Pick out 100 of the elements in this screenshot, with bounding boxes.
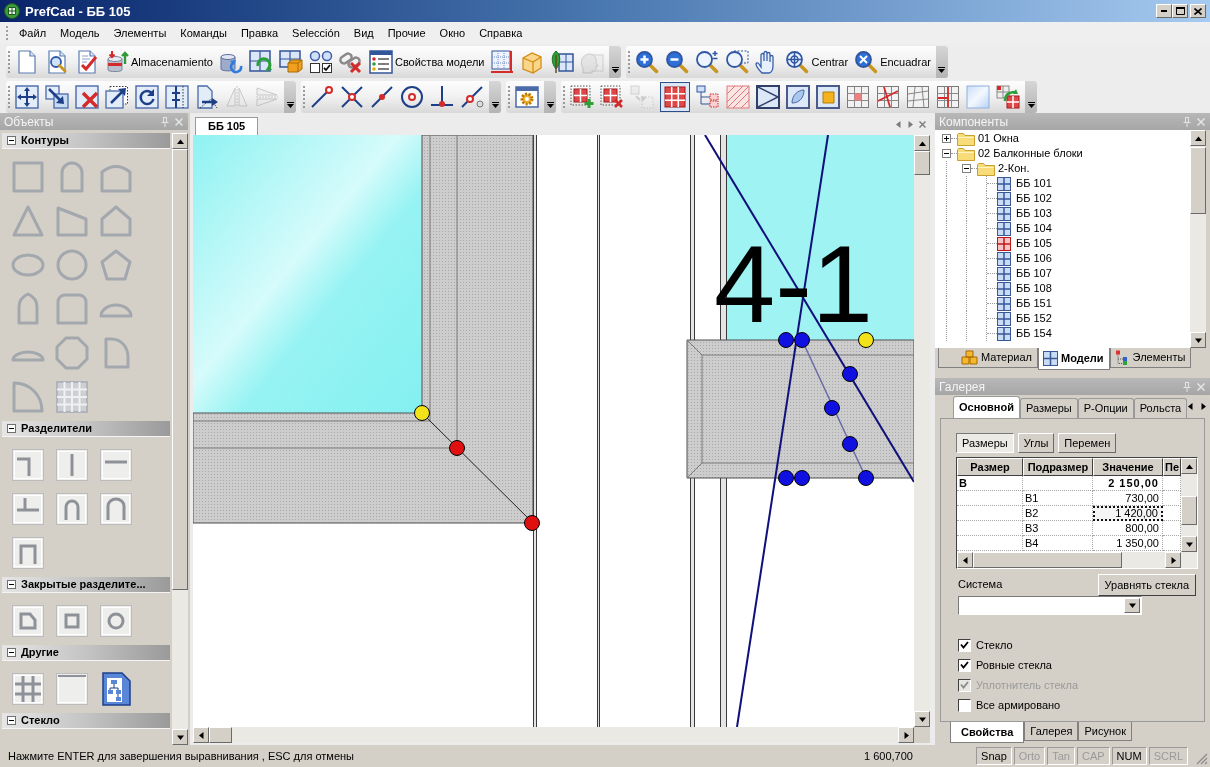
plus-box-icon[interactable]: [942, 134, 951, 143]
panel-tab[interactable]: Галерея: [1024, 722, 1079, 741]
tree-item-label[interactable]: ББ 103: [1016, 208, 1052, 219]
scrollbar-thumb[interactable]: [1181, 496, 1197, 525]
menu-item[interactable]: Справка: [472, 27, 530, 39]
tree-item-label[interactable]: ББ 101: [1016, 178, 1052, 189]
close-icon[interactable]: [919, 120, 926, 128]
panel-tab[interactable]: Элементы: [1109, 348, 1192, 368]
checkbox[interactable]: [958, 698, 971, 712]
menu-item[interactable]: Правка: [233, 27, 286, 39]
grip-icon[interactable]: [303, 85, 306, 108]
grip-icon[interactable]: [628, 51, 632, 73]
table-cell[interactable]: 2 150,00: [1093, 476, 1163, 491]
close-button[interactable]: [1190, 4, 1206, 18]
toolbar-options-button[interactable]: [284, 80, 296, 113]
column-header[interactable]: Значение: [1093, 458, 1163, 476]
flowchart-document-icon[interactable]: [99, 672, 133, 706]
scrollbar-thumb[interactable]: [914, 151, 930, 175]
plain-frame-icon[interactable]: [55, 672, 89, 706]
table-cell[interactable]: 800,00: [1093, 521, 1163, 536]
scroll-left-button[interactable]: [957, 552, 973, 568]
sub-tab[interactable]: Углы: [1017, 433, 1055, 453]
menu-item[interactable]: Вид: [346, 27, 381, 39]
scroll-up-button[interactable]: [1181, 458, 1197, 474]
menu-item[interactable]: Окно: [432, 27, 473, 39]
column-header[interactable]: Пе: [1163, 458, 1181, 476]
control-point[interactable]: [842, 436, 858, 452]
panel-tab[interactable]: Модели: [1038, 348, 1110, 370]
toolbar-options-button[interactable]: [935, 46, 948, 78]
checkbox-label[interactable]: Ровные стекла: [976, 659, 1052, 671]
drawing-canvas[interactable]: [193, 135, 914, 727]
menu-item[interactable]: Файл: [12, 27, 54, 39]
grip-icon[interactable]: [563, 85, 566, 108]
tab[interactable]: Размеры: [1019, 398, 1078, 418]
scroll-down-button[interactable]: [1190, 332, 1206, 348]
tree-item-label[interactable]: ББ 106: [1016, 253, 1052, 264]
tree-item-label[interactable]: ББ 105: [1016, 238, 1052, 249]
tree-item-label[interactable]: 2-Кон.: [998, 163, 1030, 174]
section-header[interactable]: Стекло: [2, 713, 170, 729]
frame-divider-icon[interactable]: [11, 536, 45, 570]
grip-icon[interactable]: [508, 85, 511, 108]
scrollbar-thumb[interactable]: [973, 552, 1122, 568]
tab[interactable]: Р-Опции: [1077, 398, 1134, 418]
menu-item[interactable]: Команды: [173, 27, 234, 39]
scrollbar-thumb[interactable]: [209, 727, 232, 743]
list-window-button[interactable]: Свойства модели: [365, 47, 488, 77]
scroll-down-button[interactable]: [172, 729, 188, 745]
wide-arch-divider-icon[interactable]: [99, 492, 133, 526]
panel-tab[interactable]: Материал: [938, 348, 1038, 368]
closed-square-icon[interactable]: [55, 604, 89, 638]
tree-item-label[interactable]: ББ 104: [1016, 223, 1052, 234]
database-arrows-button[interactable]: Almacenamiento: [102, 47, 216, 77]
menu-item[interactable]: Модель: [53, 27, 107, 39]
sub-tab[interactable]: Перемен: [1058, 433, 1117, 453]
control-point[interactable]: [824, 400, 840, 416]
pane-grid-button[interactable]: [660, 81, 690, 112]
vertical-divider-icon[interactable]: [55, 448, 89, 482]
tree-item-label[interactable]: ББ 154: [1016, 328, 1052, 339]
dropdown-button[interactable]: [1124, 598, 1140, 613]
checkbox[interactable]: [958, 658, 971, 672]
tree-item-label[interactable]: ББ 108: [1016, 283, 1052, 294]
maximize-button[interactable]: [1172, 4, 1188, 18]
control-point[interactable]: [858, 470, 874, 486]
sub-tab[interactable]: Размеры: [956, 433, 1014, 453]
control-point[interactable]: [778, 470, 794, 486]
zoom-target-button[interactable]: Centrar: [782, 47, 852, 77]
control-point[interactable]: [414, 405, 430, 421]
minus-box-icon[interactable]: [962, 164, 971, 173]
minus-box-icon[interactable]: [942, 149, 951, 158]
grip-icon[interactable]: [8, 51, 11, 73]
closed-circle-icon[interactable]: [99, 604, 133, 638]
grip-icon[interactable]: [8, 85, 11, 108]
menu-item[interactable]: Selección: [285, 27, 347, 39]
section-header[interactable]: Другие: [2, 645, 170, 661]
toolbar-options-button[interactable]: [489, 80, 501, 113]
arch-divider-icon[interactable]: [55, 492, 89, 526]
control-point[interactable]: [842, 366, 858, 382]
column-header[interactable]: Размер: [957, 458, 1023, 476]
system-dropdown[interactable]: [958, 596, 1142, 615]
scroll-down-button[interactable]: [1181, 536, 1197, 552]
size-grip-icon[interactable]: [1196, 753, 1208, 765]
menu-item[interactable]: Элементы: [106, 27, 174, 39]
control-point[interactable]: [794, 470, 810, 486]
scroll-up-button[interactable]: [172, 133, 188, 149]
scrollbar-thumb[interactable]: [172, 149, 188, 590]
tree-item-label[interactable]: ББ 107: [1016, 268, 1052, 279]
scroll-right-button[interactable]: [898, 727, 914, 743]
tree-item-label[interactable]: 02 Балконные блоки: [978, 148, 1083, 159]
scrollbar-thumb[interactable]: [1190, 147, 1206, 214]
column-header[interactable]: Подразмер: [1023, 458, 1093, 476]
horizontal-divider-icon[interactable]: [99, 448, 133, 482]
control-point[interactable]: [449, 440, 465, 456]
control-point[interactable]: [524, 515, 540, 531]
closed-trapezoid-icon[interactable]: [11, 604, 45, 638]
menu-item[interactable]: Прочие: [380, 27, 433, 39]
checkbox-label[interactable]: Стекло: [976, 639, 1013, 651]
table-cell[interactable]: 1 420,00: [1093, 506, 1163, 521]
toolbar-options-button[interactable]: [1025, 80, 1037, 113]
checkbox[interactable]: [958, 638, 971, 652]
grip-icon[interactable]: [6, 26, 9, 40]
